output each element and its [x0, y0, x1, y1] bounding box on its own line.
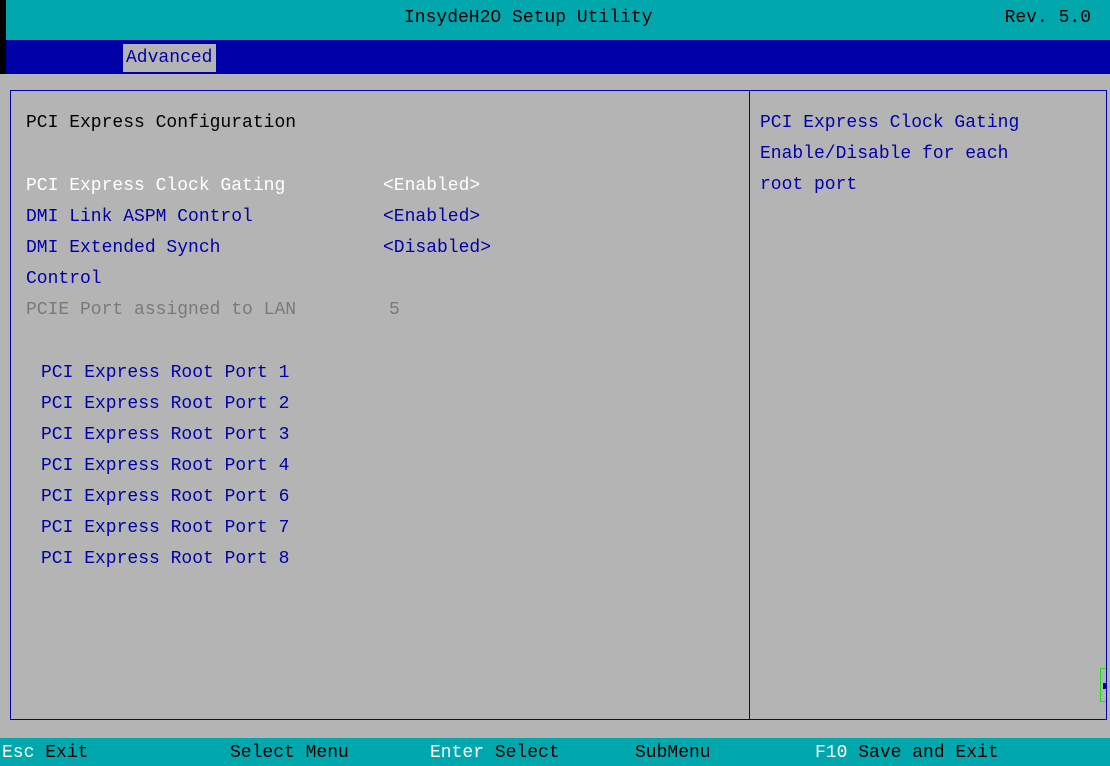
key-name: F10 [815, 743, 848, 763]
setting-label[interactable]: PCI Express Clock Gating [26, 175, 285, 197]
key-name: Esc [2, 743, 35, 763]
panel-divider [749, 91, 750, 719]
key-action: Select [494, 743, 560, 763]
key-hint-submenu: SubMenu [635, 742, 711, 764]
setting-label: PCIE Port assigned to LAN [26, 300, 297, 320]
main-frame: PCI Express Configuration PCI Express Cl… [10, 90, 1107, 720]
help-text-line: PCI Express Clock Gating [760, 113, 1020, 133]
submenu-root-port-7[interactable]: PCI Express Root Port 7 [41, 517, 289, 539]
submenu-root-port-6[interactable]: PCI Express Root Port 6 [41, 486, 289, 508]
bios-screen: InsydeH2O Setup Utility Rev. 5.0 Advance… [0, 0, 1110, 766]
key-hint-esc: Esc Exit [2, 742, 88, 764]
scroll-marker [1100, 668, 1106, 702]
setting-label-continued[interactable]: Control [26, 268, 102, 290]
setting-value[interactable]: <Enabled> [383, 175, 480, 197]
key-name: Enter [430, 743, 485, 763]
app-title: InsydeH2O Setup Utility [404, 8, 653, 28]
revision-label: Rev. 5.0 [1004, 8, 1091, 28]
key-action: Exit [45, 743, 89, 763]
help-text-line: root port [760, 175, 858, 195]
key-help-bar: Esc Exit Select Menu Enter Select SubMen… [0, 738, 1110, 766]
key-hint-enter: Enter Select [430, 742, 560, 764]
submenu-root-port-4[interactable]: PCI Express Root Port 4 [41, 455, 289, 477]
tab-advanced[interactable]: Advanced [123, 44, 217, 72]
setting-label[interactable]: DMI Extended Synch [26, 237, 220, 259]
key-hint-select-menu: Select Menu [230, 742, 349, 764]
title-bar: InsydeH2O Setup Utility Rev. 5.0 [0, 0, 1110, 40]
setting-value[interactable]: <Enabled> [383, 206, 480, 228]
section-title: PCI Express Configuration [26, 113, 297, 133]
submenu-root-port-8[interactable]: PCI Express Root Port 8 [41, 548, 289, 570]
key-action: Select Menu [230, 743, 349, 763]
setting-value: 5 [389, 300, 400, 320]
submenu-root-port-3[interactable]: PCI Express Root Port 3 [41, 424, 289, 446]
key-hint-f10: F10 Save and Exit [815, 742, 999, 764]
menu-bar: Advanced [0, 40, 1110, 74]
help-text-line: Enable/Disable for each [760, 144, 1009, 164]
key-action: SubMenu [635, 743, 711, 763]
submenu-root-port-1[interactable]: PCI Express Root Port 1 [41, 362, 289, 384]
submenu-root-port-2[interactable]: PCI Express Root Port 2 [41, 393, 289, 415]
key-action: Save and Exit [858, 743, 999, 763]
setting-label[interactable]: DMI Link ASPM Control [26, 206, 253, 228]
setting-value[interactable]: <Disabled> [383, 237, 491, 259]
